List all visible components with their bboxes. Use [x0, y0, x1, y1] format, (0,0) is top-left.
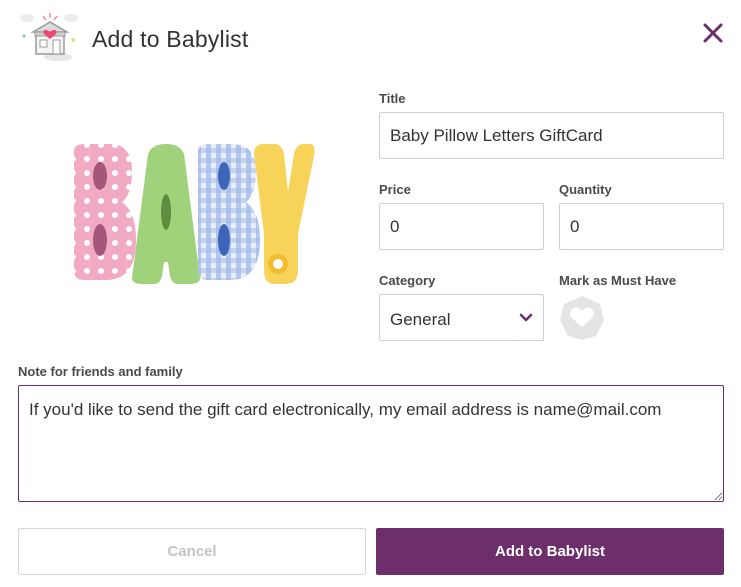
cancel-button[interactable]: Cancel — [18, 528, 366, 575]
price-input[interactable] — [379, 203, 544, 250]
heart-icon[interactable] — [558, 294, 606, 342]
close-icon[interactable] — [700, 20, 726, 46]
category-select[interactable]: General — [379, 294, 544, 341]
category-value: General — [390, 310, 451, 329]
note-textarea[interactable]: If you'd like to send the gift card elec… — [18, 385, 724, 502]
category-label: Category — [379, 273, 436, 288]
babylist-logo-icon — [20, 13, 78, 61]
quantity-label: Quantity — [559, 182, 612, 197]
note-label: Note for friends and family — [18, 364, 183, 379]
modal-header: Add to Babylist — [0, 0, 741, 80]
price-label: Price — [379, 182, 411, 197]
title-input[interactable] — [379, 112, 724, 159]
chevron-down-icon — [519, 313, 533, 322]
title-label: Title — [379, 91, 406, 106]
modal-title: Add to Babylist — [92, 26, 249, 52]
quantity-input[interactable] — [559, 203, 724, 250]
must-have-label: Mark as Must Have — [559, 273, 677, 288]
add-to-babylist-button[interactable]: Add to Babylist — [376, 528, 724, 575]
product-image — [74, 144, 315, 284]
